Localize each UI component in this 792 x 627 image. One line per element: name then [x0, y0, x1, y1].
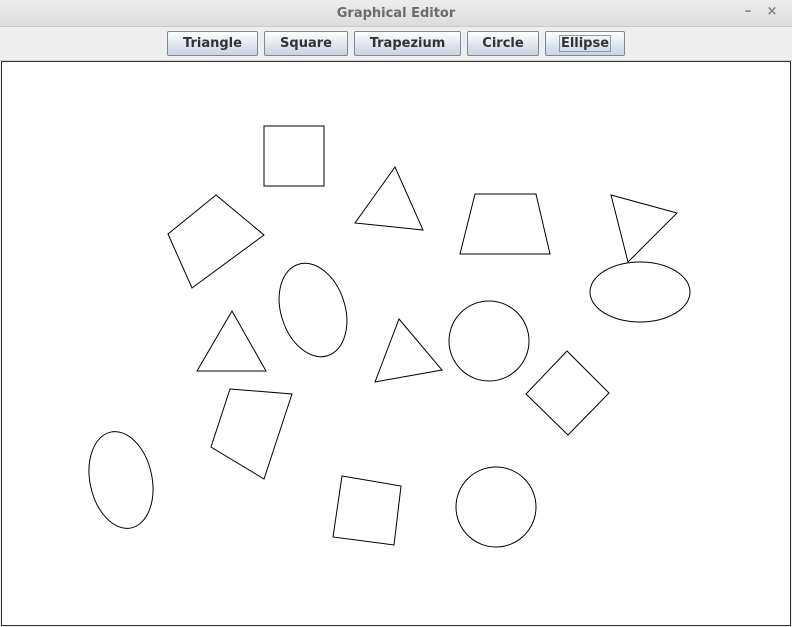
triangle-shape[interactable] — [196, 309, 267, 372]
trapezium-button[interactable]: Trapezium — [354, 31, 461, 56]
triangle-shape[interactable] — [374, 318, 443, 383]
circle-button-label: Circle — [482, 36, 524, 51]
ellipse-shape[interactable] — [589, 261, 691, 323]
close-button[interactable]: × — [764, 4, 780, 20]
ellipse-button[interactable]: Ellipse — [545, 31, 625, 56]
ellipse-shape[interactable] — [80, 426, 161, 535]
window-title: Graphical Editor — [336, 6, 456, 21]
circle-button[interactable]: Circle — [467, 31, 539, 56]
triangle-button-label: Triangle — [183, 36, 242, 51]
drawing-canvas[interactable] — [1, 61, 791, 626]
ellipse-button-label: Ellipse — [558, 35, 612, 52]
canvas-svg — [80, 125, 691, 548]
square-shape[interactable] — [210, 388, 293, 480]
title-bar[interactable]: Graphical Editor – × — [0, 0, 792, 27]
circle-shape[interactable] — [448, 300, 530, 382]
square-button-label: Square — [280, 36, 332, 51]
square-button[interactable]: Square — [264, 31, 348, 56]
square-shape[interactable] — [332, 475, 402, 546]
triangle-shape[interactable] — [610, 194, 678, 263]
triangle-button[interactable]: Triangle — [167, 31, 258, 56]
circle-shape[interactable] — [455, 466, 537, 548]
trapezium-button-label: Trapezium — [369, 36, 446, 51]
app-window: Graphical Editor – × Triangle Square Tra… — [0, 0, 792, 627]
toolbar: Triangle Square Trapezium Circle Ellipse — [0, 27, 792, 61]
triangle-shape[interactable] — [354, 165, 424, 231]
square-shape[interactable] — [525, 350, 610, 436]
ellipse-shape[interactable] — [268, 254, 359, 365]
square-shape[interactable] — [167, 194, 265, 289]
square-shape[interactable] — [263, 125, 325, 187]
minimize-button[interactable]: – — [740, 4, 756, 20]
trapezium-shape[interactable] — [459, 193, 551, 255]
